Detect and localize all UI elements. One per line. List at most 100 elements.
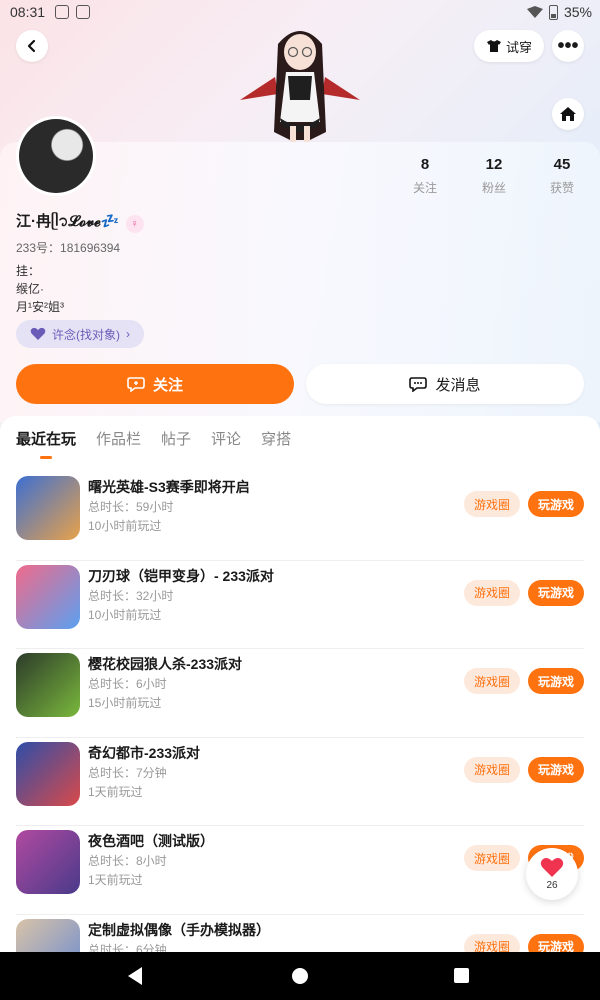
bio-line: 缑亿· [16, 282, 44, 296]
game-last-played: 10小时前玩过 [88, 607, 162, 622]
try-on-label: 试穿 [505, 39, 532, 55]
game-title: 樱花校园狼人杀-233派对 [88, 656, 243, 672]
stat-number: 12 [485, 156, 503, 173]
chevron-right-icon: › [126, 327, 130, 341]
stat-number: 8 [420, 156, 430, 173]
stat-likes[interactable]: 45 获赞 [537, 156, 587, 196]
tab-works[interactable]: 作品栏 [96, 428, 141, 449]
game-icon [16, 830, 80, 894]
game-duration: 总时长：8小时 [88, 854, 167, 868]
game-circle-button[interactable]: 游戏圈 [464, 756, 520, 783]
game-row[interactable]: 奇幻都市-233派对 总时长：7分钟 1天前玩过 游戏圈 玩游戏 [16, 738, 584, 826]
nav-back-icon[interactable] [128, 967, 142, 985]
tab-posts[interactable]: 帖子 [161, 428, 191, 449]
tab-bar: 最近在玩 作品栏 帖子 评论 穿搭 [16, 428, 291, 449]
add-friend-icon [127, 377, 145, 392]
female-gender-icon: ♀ [125, 214, 144, 233]
purple-heart-icon [30, 327, 46, 340]
game-icon [16, 564, 80, 629]
stat-followers[interactable]: 12 粉丝 [469, 156, 519, 196]
game-circle-button[interactable]: 游戏圈 [464, 845, 520, 871]
user-id: 233号：181696394 [16, 241, 121, 255]
try-on-button[interactable]: 试穿 [474, 30, 544, 62]
game-title: 刀刃球（铠甲变身）- 233派对 [88, 567, 274, 584]
tab-comments[interactable]: 评论 [211, 428, 241, 449]
character-avatar [240, 31, 360, 142]
game-last-played: 15小时前玩过 [88, 696, 162, 710]
follow-label: 关注 [152, 376, 183, 394]
game-circle-button[interactable]: 游戏圈 [464, 579, 520, 606]
relationship-tag[interactable]: 许念(找对象) › [16, 320, 144, 348]
more-options-button[interactable]: ••• [552, 30, 584, 62]
game-row[interactable]: 樱花校园狼人杀-233派对 总时长：6小时 15小时前玩过 游戏圈 玩游戏 [16, 649, 584, 738]
username: 江·冉ᥫ᭡𝓛𝓸𝓿𝓮💤 [16, 213, 120, 230]
shirt-icon [486, 40, 501, 52]
follow-button[interactable]: 关注 [16, 364, 294, 404]
game-icon [16, 653, 80, 717]
stat-number: 45 [553, 156, 571, 173]
game-title: 曙光英雄-S3赛季即将开启 [88, 479, 250, 495]
game-title: 奇幻都市-233派对 [88, 744, 201, 761]
username-row: 江·冉ᥫ᭡𝓛𝓸𝓿𝓮💤 ♀ [16, 210, 144, 237]
more-dots-icon: ••• [557, 35, 579, 57]
send-message-button[interactable]: 发消息 [306, 364, 584, 404]
game-circle-button[interactable]: 游戏圈 [464, 668, 520, 694]
user-avatar[interactable] [16, 116, 96, 196]
notification-icon [55, 5, 69, 19]
game-row[interactable]: 夜色酒吧（测试版） 总时长：8小时 1天前玩过 游戏圈 玩游戏 [16, 826, 584, 915]
game-icon [16, 741, 80, 806]
bio-line: 挂： [16, 264, 41, 278]
game-title: 夜色酒吧（测试版） [88, 833, 214, 849]
chevron-left-icon [27, 39, 36, 53]
back-button[interactable] [16, 30, 48, 62]
game-row[interactable]: 曙光英雄-S3赛季即将开启 总时长：59小时 10小时前玩过 游戏圈 玩游戏 [16, 472, 584, 561]
battery-level: 35% [563, 4, 592, 20]
message-label: 发消息 [435, 376, 481, 394]
heart-icon [540, 857, 564, 877]
tab-recently-played[interactable]: 最近在玩 [16, 428, 76, 449]
game-last-played: 1天前玩过 [88, 784, 143, 799]
tag-label: 许念(找对象) [52, 327, 120, 342]
tab-outfits[interactable]: 穿搭 [261, 428, 291, 449]
play-game-button[interactable]: 玩游戏 [528, 756, 584, 783]
play-game-button[interactable]: 玩游戏 [528, 933, 584, 952]
game-circle-button[interactable]: 游戏圈 [464, 491, 520, 517]
nav-home-icon[interactable] [292, 968, 308, 984]
play-game-button[interactable]: 玩游戏 [528, 491, 584, 517]
game-title: 定制虚拟偶像（手办模拟器） [88, 921, 270, 938]
game-row[interactable]: 刀刃球（铠甲变身）- 233派对 总时长：32小时 10小时前玩过 游戏圈 玩游… [16, 561, 584, 649]
game-icon [16, 918, 80, 952]
house-icon [560, 107, 576, 121]
home-button[interactable] [552, 98, 584, 130]
chat-icon [409, 377, 428, 392]
stat-label: 粉丝 [481, 181, 506, 195]
notification-icon [76, 5, 90, 19]
system-navigation-bar [0, 952, 600, 1000]
nav-recents-icon[interactable] [454, 968, 469, 983]
content-panel: 最近在玩 作品栏 帖子 评论 穿搭 曙光英雄-S3赛季即将开启 总时长：59小时… [0, 416, 600, 952]
game-duration: 总时长：32小时 [88, 588, 174, 603]
battery-icon [548, 4, 558, 20]
game-duration: 总时长：6分钟 [88, 942, 167, 953]
game-icon [16, 476, 80, 540]
avatar-image [19, 119, 93, 193]
game-row[interactable]: 定制虚拟偶像（手办模拟器） 总时长：6分钟 游戏圈 玩游戏 [16, 915, 584, 953]
status-time: 08:31 [10, 4, 46, 20]
game-list: 曙光英雄-S3赛季即将开启 总时长：59小时 10小时前玩过 游戏圈 玩游戏 刀… [0, 472, 600, 952]
play-game-button[interactable]: 玩游戏 [528, 668, 584, 694]
game-last-played: 10小时前玩过 [88, 519, 162, 533]
game-last-played: 1天前玩过 [88, 873, 143, 887]
stat-label: 关注 [412, 181, 437, 195]
stat-label: 获赞 [549, 181, 574, 195]
like-button[interactable]: 26 [526, 848, 578, 900]
stat-following[interactable]: 8 关注 [400, 156, 450, 196]
bio-line: 月¹安²姐³ [16, 300, 64, 314]
user-bio: 挂： 缑亿· 月¹安²姐³ [16, 262, 64, 316]
game-duration: 总时长：7分钟 [88, 765, 167, 780]
game-circle-button[interactable]: 游戏圈 [464, 933, 520, 952]
like-count: 26 [546, 880, 558, 891]
game-duration: 总时长：6小时 [88, 677, 167, 691]
wifi-icon [526, 6, 543, 18]
play-game-button[interactable]: 玩游戏 [528, 579, 584, 606]
game-duration: 总时长：59小时 [88, 500, 174, 514]
